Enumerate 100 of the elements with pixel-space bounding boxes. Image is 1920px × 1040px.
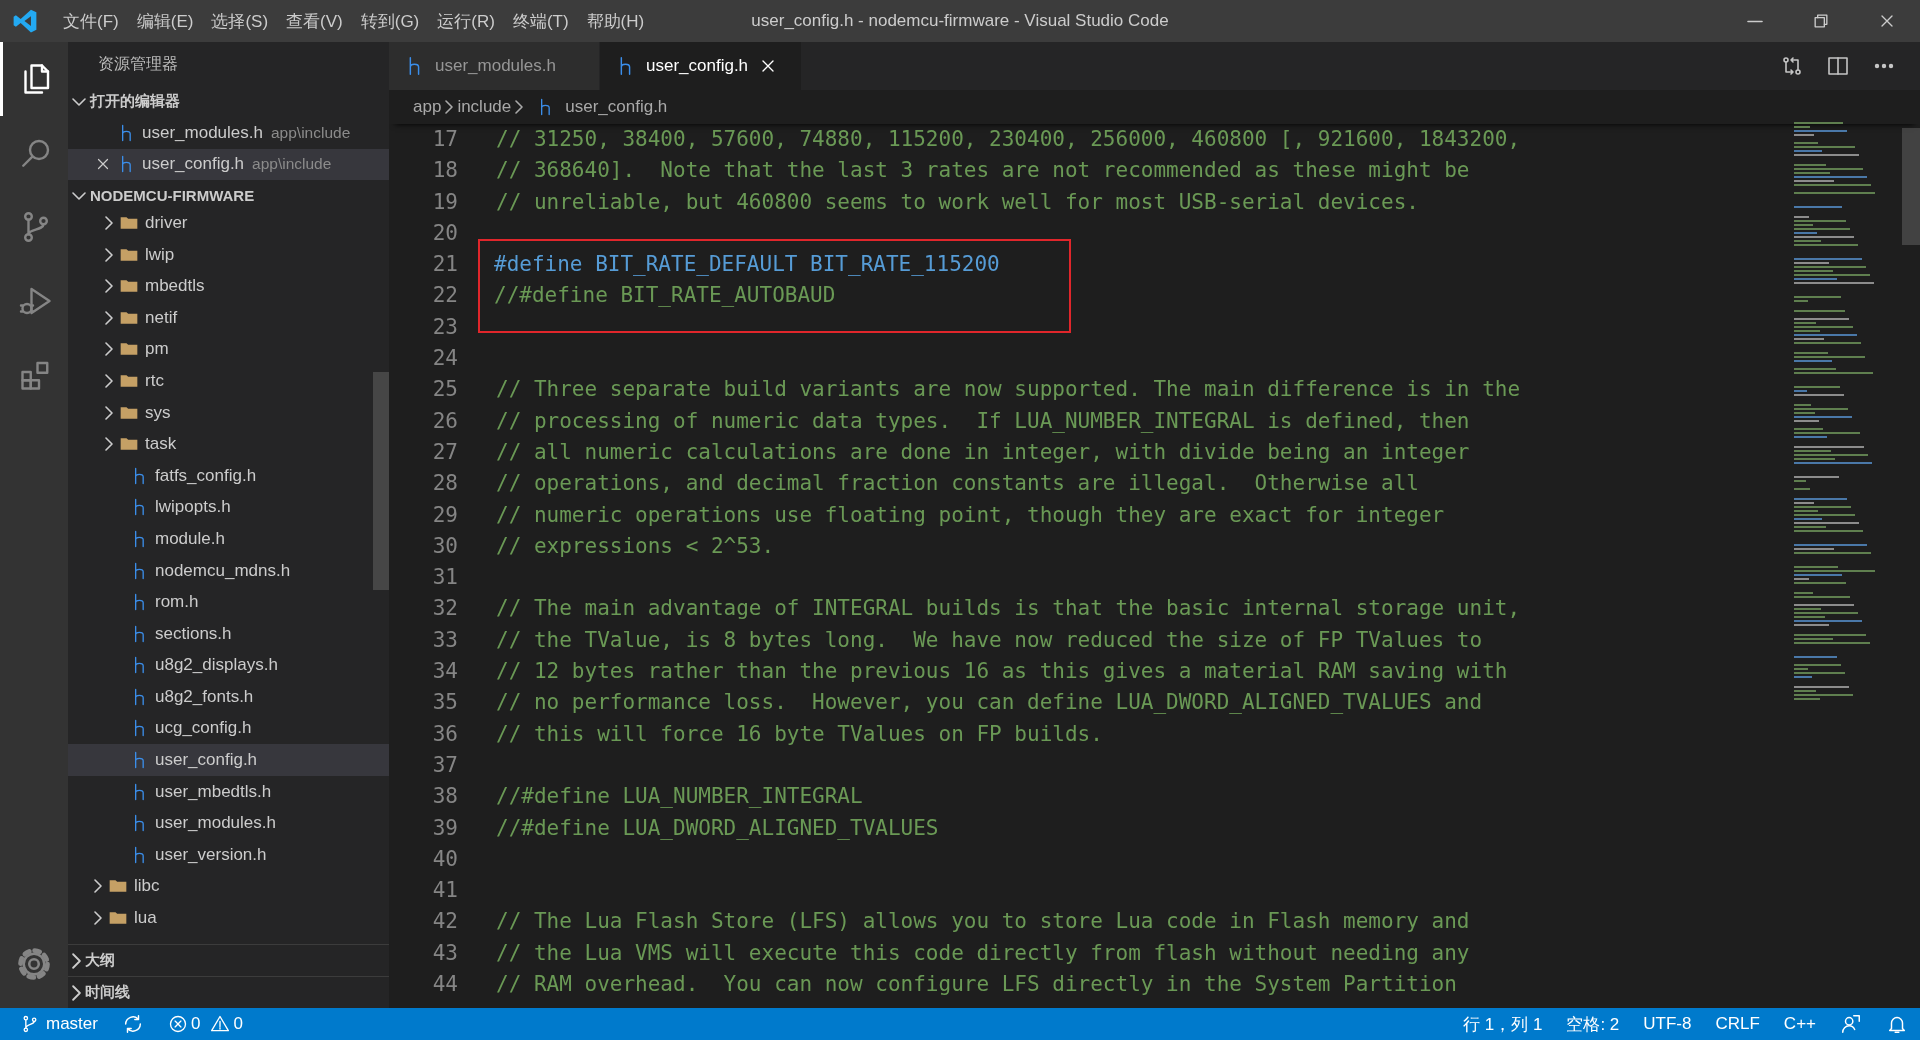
error-icon[interactable] xyxy=(167,1014,188,1034)
indentation[interactable]: 空格: 2 xyxy=(1566,1012,1620,1036)
line-number: 17 xyxy=(431,126,458,153)
branch-name[interactable]: master xyxy=(46,1014,98,1034)
code-comment: // unreliable, but 460800 seems to work well for most USB-serial devices. xyxy=(496,189,1419,214)
scrollbar-thumb[interactable] xyxy=(373,372,389,590)
section-title: 大纲 xyxy=(85,951,115,970)
folder-item[interactable]: task xyxy=(68,428,389,460)
line-number: 29 xyxy=(431,501,458,529)
code-comment: // processing of numeric data types. If LUA_NUMBER_INTEGRAL is defined, then xyxy=(496,408,1470,433)
warning-icon[interactable] xyxy=(210,1014,231,1034)
warning-count[interactable]: 0 xyxy=(233,1014,243,1034)
file-name: fatfs_config.h xyxy=(155,465,257,486)
folder-item[interactable]: libc xyxy=(68,870,389,903)
folder-item[interactable]: sys xyxy=(68,396,389,429)
menu-item[interactable]: 运行(R) xyxy=(428,5,504,37)
file-name: nodemcu_mdns.h xyxy=(155,560,291,581)
line-number: 43 xyxy=(431,939,458,967)
folder-name: lwip xyxy=(145,244,175,265)
line-number: 22 xyxy=(431,282,458,310)
folder-name: driver xyxy=(145,213,188,233)
section-header[interactable]: 大纲 xyxy=(68,944,389,976)
folder-item[interactable]: mbedtls xyxy=(68,270,389,302)
chevron-right-icon xyxy=(445,100,454,114)
file-name: u8g2_fonts.h xyxy=(155,686,254,707)
open-editor-item[interactable]: user_modules.h app\include xyxy=(68,117,389,149)
folder-item[interactable]: lwip xyxy=(68,238,389,271)
folder-item[interactable]: lua xyxy=(68,902,389,934)
menu-item[interactable]: 查看(V) xyxy=(277,5,352,37)
line-number: 36 xyxy=(431,720,458,748)
editor-tab[interactable]: user_modules.h xyxy=(389,42,600,90)
scrollbar-thumb[interactable] xyxy=(1902,128,1920,245)
file-name: user_config.h xyxy=(142,154,245,175)
file-item[interactable]: user_version.h xyxy=(68,839,389,871)
folder-name: sys xyxy=(145,402,171,423)
file-path: app\include xyxy=(252,155,332,174)
code-comment: // 31250, 38400, 57600, 74880, 115200, 230400, 256000, 460800 [, 921600, 1843200, xyxy=(496,127,1521,151)
line-number: 30 xyxy=(431,532,458,560)
file-name: user_version.h xyxy=(155,844,267,865)
line-ending[interactable]: CRLF xyxy=(1715,1014,1760,1034)
file-item[interactable]: u8g2_displays.h xyxy=(68,649,389,682)
file-name: user_modules.h xyxy=(155,813,276,834)
file-name: module.h xyxy=(155,528,225,549)
folder-name: rtc xyxy=(145,370,164,391)
file-item[interactable]: module.h xyxy=(68,523,389,555)
line-number: 39 xyxy=(431,814,458,842)
menu-item[interactable]: 文件(F) xyxy=(54,5,128,37)
folder-item[interactable]: rtc xyxy=(68,365,389,397)
file-name: u8g2_displays.h xyxy=(155,655,278,676)
menu-item[interactable]: 转到(G) xyxy=(351,5,429,37)
code-comment: // no performance loss. However, you can define LUA_DWORD_ALIGNED_TVALUES and xyxy=(496,690,1483,715)
code-comment: // the Lua VMS will execute this code directly from flash without needing any xyxy=(496,940,1470,965)
file-item[interactable]: u8g2_fonts.h xyxy=(68,681,389,713)
breadcrumb-item[interactable]: include xyxy=(457,97,512,117)
line-number: 40 xyxy=(431,845,458,873)
file-item[interactable]: fatfs_config.h xyxy=(68,459,389,492)
cursor-position[interactable]: 行 1，列 1 xyxy=(1463,1012,1543,1036)
settings-icon[interactable] xyxy=(15,945,53,983)
error-count[interactable]: 0 xyxy=(190,1014,201,1034)
section-header[interactable]: 打开的编辑器 xyxy=(68,86,389,117)
file-item[interactable]: user_config.h xyxy=(68,744,389,776)
file-name: rom.h xyxy=(155,592,199,613)
file-item[interactable]: sections.h xyxy=(68,617,389,650)
code-comment: //#define BIT_RATE_AUTOBAUD xyxy=(494,283,836,308)
encoding[interactable]: UTF-8 xyxy=(1643,1014,1692,1034)
sidebar-title: 资源管理器 xyxy=(97,53,179,74)
folder-name: pm xyxy=(145,339,169,360)
file-item[interactable]: rom.h xyxy=(68,586,389,618)
open-editor-item[interactable]: user_config.h app\include xyxy=(68,148,389,181)
window-title: user_config.h - nodemcu-firmware - Visual Studio Code xyxy=(751,11,1169,31)
file-name: user_modules.h xyxy=(142,122,263,143)
menu-item[interactable]: 帮助(H) xyxy=(577,5,654,37)
breadcrumb-item[interactable]: user_config.h xyxy=(565,97,668,117)
language-mode[interactable]: C++ xyxy=(1783,1014,1816,1034)
split-editor-icon[interactable] xyxy=(1826,54,1850,78)
code-comment: // all numeric calculations are done in integer, with divide being an integer xyxy=(496,439,1470,464)
file-name: user_mbedtls.h xyxy=(155,781,272,802)
code-comment: //#define LUA_NUMBER_INTEGRAL xyxy=(496,784,863,809)
folder-item[interactable]: pm xyxy=(68,333,389,366)
app-logo xyxy=(12,8,38,34)
menu-item[interactable]: 编辑(E) xyxy=(127,5,203,37)
feedback-icon[interactable] xyxy=(1840,1013,1862,1035)
folder-name: mbedtls xyxy=(145,276,205,297)
file-item[interactable]: user_modules.h xyxy=(68,807,389,840)
line-number: 19 xyxy=(431,188,458,216)
editor-tab[interactable]: user_config.h xyxy=(600,42,802,90)
folder-name: netif xyxy=(145,307,178,328)
file-item[interactable]: ucg_config.h xyxy=(68,712,389,745)
file-name: ucg_config.h xyxy=(155,718,252,739)
line-number: 21 xyxy=(431,251,458,279)
file-item[interactable]: user_mbedtls.h xyxy=(68,775,389,808)
file-item[interactable]: nodemcu_mdns.h xyxy=(68,554,389,587)
code-comment: // RAM overhead. You can now configure LFS directly in the System Partition xyxy=(496,972,1457,996)
folder-item[interactable]: netif xyxy=(68,301,389,334)
file-item[interactable]: lwipopts.h xyxy=(68,491,389,524)
breadcrumb-item[interactable]: app xyxy=(413,97,442,117)
menu-item[interactable]: 选择(S) xyxy=(202,5,278,37)
menu-item[interactable]: 终端(T) xyxy=(503,5,578,37)
code-line: #define BIT_RATE_DEFAULT BIT_RATE_115200 xyxy=(494,252,1000,277)
compare-changes-icon[interactable] xyxy=(1780,54,1804,78)
